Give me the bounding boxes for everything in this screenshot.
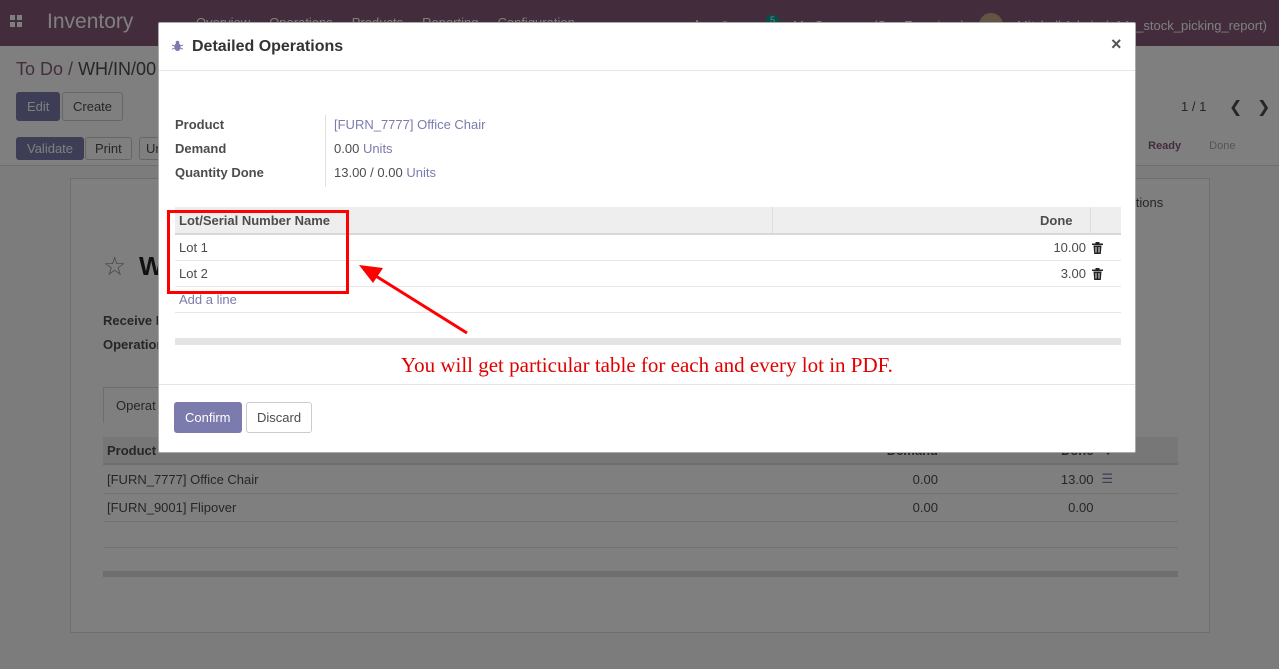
- product-label: Product: [175, 117, 225, 132]
- quantity-done-value: 13.00 / 0.00 Units: [334, 165, 436, 180]
- modal-title: Detailed Operations: [192, 38, 344, 55]
- demand-quantity: 0.00: [334, 141, 360, 156]
- qty-done: 13.00: [334, 165, 367, 180]
- bug-icon: [172, 40, 183, 51]
- table-row: [175, 312, 1121, 339]
- qty-reserved: 0.00: [377, 165, 403, 180]
- trash-icon[interactable]: [1092, 242, 1103, 255]
- product-link[interactable]: [FURN_7777] Office Chair: [334, 117, 486, 132]
- col-done[interactable]: Done: [772, 207, 1091, 235]
- annotation-arrow-icon: [359, 265, 468, 335]
- close-icon[interactable]: ×: [1111, 34, 1122, 55]
- modal-header: Detailed Operations ×: [159, 23, 1135, 71]
- modal-footer: Confirm Discard: [159, 384, 1135, 452]
- confirm-button[interactable]: Confirm: [174, 402, 242, 433]
- demand-unit: Units: [362, 141, 393, 156]
- qty-separator: /: [370, 165, 374, 180]
- quantity-done-label: Quantity Done: [175, 165, 264, 180]
- field-separator: [325, 115, 326, 187]
- annotation-text: You will get particular table for each a…: [401, 353, 893, 377]
- demand-label: Demand: [175, 141, 227, 156]
- qty-unit: Units: [406, 165, 436, 180]
- annotation-highlight-box: [167, 210, 349, 294]
- cell-done[interactable]: 3.00: [772, 260, 1090, 287]
- detailed-operations-dialog: Detailed Operations × Product Demand Qua…: [158, 22, 1136, 453]
- demand-value: 0.00 Units: [334, 141, 393, 156]
- table-footer: [175, 339, 1121, 345]
- trash-icon[interactable]: [1092, 268, 1103, 281]
- discard-button[interactable]: Discard: [246, 402, 313, 433]
- cell-done[interactable]: 10.00: [772, 234, 1090, 261]
